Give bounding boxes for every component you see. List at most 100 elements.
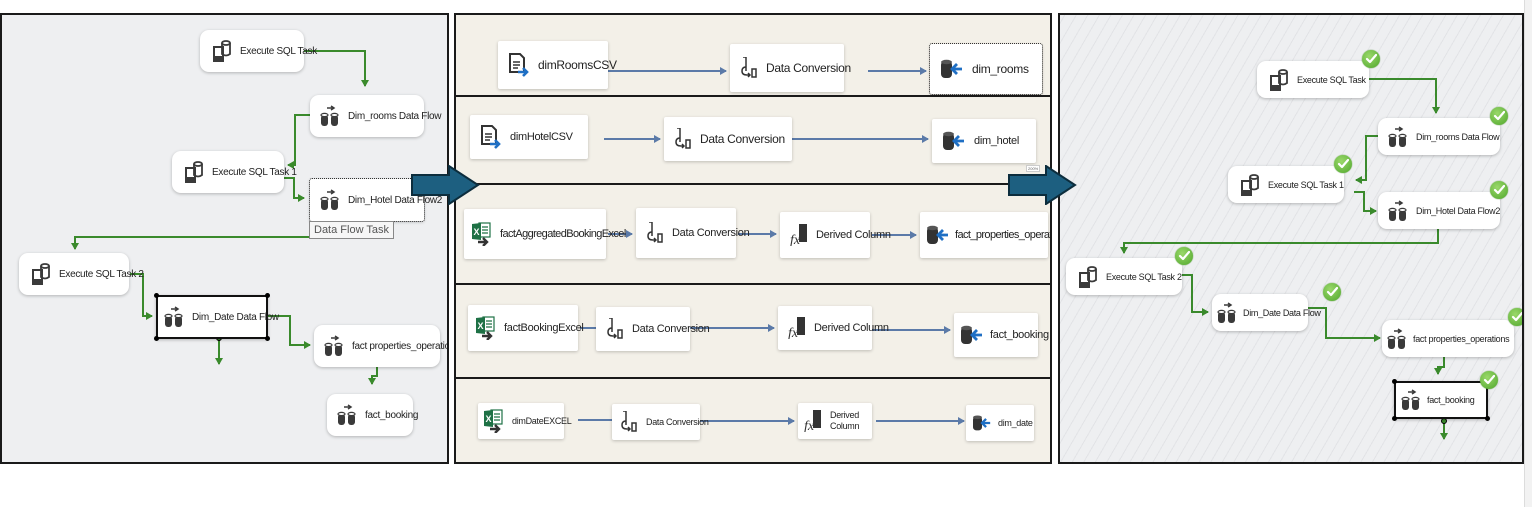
success-check-icon — [1362, 50, 1380, 68]
task-dim-rooms-data-flow[interactable]: Dim_rooms Data Flow — [310, 95, 442, 137]
resize-handle[interactable] — [265, 293, 270, 298]
component-label: dim_date — [998, 418, 1033, 428]
constraint-props-to-booking — [368, 367, 378, 385]
data-flow-icon — [1388, 125, 1408, 148]
destination-fact-booking[interactable]: fact_booking — [954, 313, 1049, 357]
data-flow-icon — [1401, 389, 1421, 411]
transform-derived-column[interactable]: Derived Column — [798, 403, 872, 439]
data-flow-icon — [1388, 199, 1408, 222]
destination-dim-date[interactable]: dim_date — [966, 405, 1034, 441]
source-fact-booking-excel[interactable]: factBookingExcel — [468, 305, 584, 351]
data-flow-icon — [1387, 327, 1407, 350]
component-label: dimDateEXCEL — [512, 416, 572, 426]
vertical-scrollbar[interactable] — [1524, 0, 1532, 507]
task-fact-booking[interactable]: fact_booking — [1392, 379, 1490, 421]
row-separator — [456, 95, 1050, 97]
resize-handle[interactable] — [1392, 379, 1397, 384]
task-label: fact properties_operations — [352, 340, 447, 352]
execute-sql-icon — [210, 39, 232, 63]
success-check-icon — [1334, 155, 1352, 173]
component-label: factAggregatedBookingExcel — [500, 228, 626, 240]
resize-handle[interactable] — [265, 336, 270, 341]
source-dim-hotel-csv[interactable]: dimHotelCSV — [470, 115, 588, 159]
component-label: fact_properties_operations — [955, 229, 1052, 241]
execute-sql-icon — [1267, 68, 1289, 92]
ole-db-destination-icon — [940, 58, 964, 80]
task-dim-date-data-flow[interactable]: Dim_Date Data Flow — [1212, 294, 1321, 331]
task-label: Dim_rooms Data Flow — [348, 110, 442, 122]
control-flow-canvas[interactable]: Execute SQL Task Dim_rooms Data Flow Exe… — [0, 13, 449, 464]
transform-data-conversion[interactable]: Data Conversion — [596, 307, 710, 351]
task-execute-sql[interactable]: Execute SQL Task — [200, 30, 317, 72]
ole-db-destination-icon — [960, 324, 984, 346]
task-label: Dim_Date Data Flow — [192, 311, 279, 323]
data-flow-icon — [164, 306, 184, 328]
task-label: fact properties_operations — [1413, 333, 1510, 344]
row-separator — [456, 377, 1050, 379]
data-flow-icon — [320, 189, 340, 211]
task-execute-sql-2[interactable]: Execute SQL Task 2 — [1066, 258, 1182, 295]
component-label: Data Conversion — [766, 61, 851, 75]
execution-results-canvas[interactable]: Execute SQL Task Dim_rooms Data Flow Exe… — [1058, 13, 1524, 464]
destination-dim-rooms[interactable]: dim_rooms — [929, 43, 1043, 95]
success-check-icon — [1480, 371, 1498, 389]
data-conversion-icon — [620, 411, 638, 433]
resize-handle[interactable] — [154, 293, 159, 298]
component-label: Derived Column — [816, 229, 891, 241]
transform-derived-column[interactable]: Derived Column — [780, 212, 891, 258]
transform-data-conversion[interactable]: Data Conversion — [612, 404, 709, 440]
ole-db-destination-icon — [972, 414, 992, 432]
execute-sql-icon — [29, 262, 51, 286]
data-conversion-icon — [674, 128, 692, 150]
transform-data-conversion[interactable]: Data Conversion — [636, 208, 750, 258]
success-check-icon — [1323, 283, 1341, 301]
task-label: fact_booking — [365, 409, 419, 421]
component-label: dim_rooms — [972, 62, 1029, 76]
transform-data-conversion[interactable]: Data Conversion — [664, 117, 792, 161]
derived-column-icon — [788, 317, 806, 339]
source-dim-rooms-csv[interactable]: dimRoomsCSV — [498, 41, 617, 89]
success-check-icon — [1490, 107, 1508, 125]
resize-handle[interactable] — [1485, 416, 1490, 421]
task-execute-sql-1[interactable]: Execute SQL Task 1 — [172, 151, 297, 193]
destination-fact-properties-operations[interactable]: fact_properties_operations — [920, 212, 1050, 258]
source-dim-date-excel[interactable]: dimDateEXCEL — [478, 403, 572, 439]
success-check-icon — [1490, 181, 1508, 199]
task-dim-hotel-data-flow[interactable]: Dim_Hotel Data Flow2 — [1378, 192, 1500, 229]
task-label: Dim_Hotel Data Flow2 — [1416, 205, 1501, 216]
ole-db-destination-icon — [926, 224, 950, 246]
transform-derived-column[interactable]: Derived Column — [778, 306, 889, 350]
task-fact-properties-operations[interactable]: fact properties_operations — [314, 325, 447, 367]
success-check-icon — [1175, 247, 1193, 265]
data-flow-canvas[interactable]: dimRoomsCSV Data Conversion dim_rooms di… — [454, 13, 1052, 464]
row-separator — [456, 183, 1050, 185]
component-label: Data Conversion — [632, 323, 710, 335]
component-label: dim_hotel — [974, 135, 1019, 147]
component-label: Data Conversion — [672, 227, 750, 239]
task-execute-sql-2[interactable]: Execute SQL Task 2 — [19, 253, 144, 295]
constraint-rooms-to-sql1 — [287, 114, 310, 169]
resize-handle[interactable] — [154, 336, 159, 341]
task-execute-sql-1[interactable]: Execute SQL Task 1 — [1228, 166, 1344, 203]
task-dim-date-data-flow[interactable]: Dim_Date Data Flow — [154, 293, 279, 341]
resize-handle[interactable] — [1392, 416, 1397, 421]
component-label: factBookingExcel — [504, 322, 584, 334]
execute-sql-icon — [1238, 173, 1260, 197]
transition-arrow-icon — [1008, 165, 1077, 205]
task-fact-booking[interactable]: fact_booking — [327, 394, 418, 436]
component-label: Data Conversion — [700, 132, 785, 146]
task-dim-rooms-data-flow[interactable]: Dim_rooms Data Flow — [1378, 118, 1500, 155]
transform-data-conversion[interactable]: Data Conversion — [730, 44, 851, 92]
constraint-sql2-to-date — [1180, 274, 1209, 316]
data-flow-icon — [1217, 301, 1237, 324]
task-fact-properties-operations[interactable]: fact properties_operations — [1382, 320, 1514, 357]
component-label: fact_booking — [990, 329, 1049, 341]
constraint-rooms-to-sql1 — [1355, 135, 1380, 184]
component-label: Derived Column — [814, 322, 889, 334]
tooltip: Data Flow Task — [309, 221, 394, 239]
source-fact-aggregated-booking-excel[interactable]: factAggregatedBookingExcel — [464, 209, 626, 259]
destination-dim-hotel[interactable]: dim_hotel — [932, 119, 1036, 163]
task-dim-hotel-data-flow[interactable]: Dim_Hotel Data Flow2 — [309, 178, 442, 222]
task-execute-sql[interactable]: Execute SQL Task — [1257, 61, 1369, 98]
row-separator — [456, 283, 1050, 285]
